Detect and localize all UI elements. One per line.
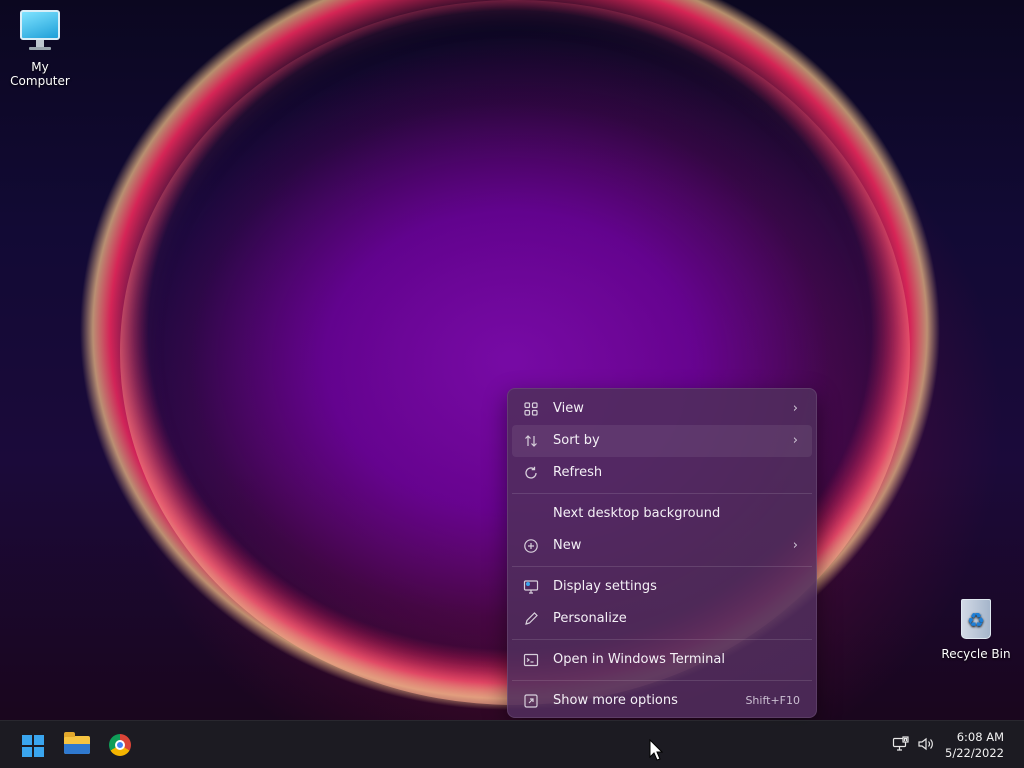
menu-item-label: Personalize [553,611,627,626]
display-settings-icon [523,579,539,595]
terminal-icon [523,652,539,668]
menu-item-label: Next desktop background [553,506,721,521]
menu-item-label: Sort by [553,433,600,448]
desktop-context-menu: View › Sort by › Refresh Next desktop ba… [507,388,817,718]
menu-item-new[interactable]: New › [512,530,812,562]
volume-icon[interactable] [917,736,935,756]
start-button[interactable] [14,727,50,763]
grid-icon [523,401,539,417]
mouse-cursor-icon [649,739,663,761]
file-explorer-icon [64,732,90,754]
plus-circle-icon [523,538,539,554]
sort-icon [523,433,539,449]
windows-start-icon [22,735,44,757]
taskbar: 6:08 AM 5/22/2022 [0,720,1024,768]
pen-icon [523,611,539,627]
chevron-right-icon: › [792,433,798,448]
network-icon[interactable] [892,736,910,756]
menu-item-label: Refresh [553,465,603,480]
menu-item-personalize[interactable]: Personalize [512,603,812,635]
desktop-icon-my-computer[interactable]: My Computer [0,10,80,88]
menu-item-display-settings[interactable]: Display settings [512,571,812,603]
menu-separator [512,566,812,567]
chrome-icon [109,734,131,756]
refresh-icon [523,465,539,481]
system-clock[interactable]: 6:08 AM 5/22/2022 [945,729,1004,761]
menu-item-view[interactable]: View › [512,393,812,425]
menu-item-sort-by[interactable]: Sort by › [512,425,812,457]
menu-separator [512,493,812,494]
menu-item-refresh[interactable]: Refresh [512,457,812,489]
menu-item-label: Open in Windows Terminal [553,652,725,667]
chrome-button[interactable] [102,727,138,763]
menu-item-show-more-options[interactable]: Show more options Shift+F10 [512,685,812,717]
clock-date: 5/22/2022 [945,746,1004,760]
menu-item-label: View [553,401,584,416]
recycle-bin-icon: ♻ [953,597,999,643]
clock-time: 6:08 AM [956,730,1004,744]
menu-item-open-in-windows-terminal[interactable]: Open in Windows Terminal [512,644,812,676]
keyboard-shortcut: Shift+F10 [745,694,800,707]
monitor-icon [17,10,63,56]
chevron-right-icon: › [792,538,798,553]
menu-item-label: Display settings [553,579,657,594]
file-explorer-button[interactable] [58,727,94,763]
desktop-icon-recycle-bin[interactable]: ♻ Recycle Bin [936,597,1016,661]
menu-separator [512,639,812,640]
desktop-icon-label: My Computer [10,60,70,88]
menu-item-label: New [553,538,582,553]
more-options-icon [523,693,539,709]
desktop-icon-label: Recycle Bin [941,647,1011,661]
menu-item-next-desktop-background[interactable]: Next desktop background [512,498,812,530]
menu-separator [512,680,812,681]
chevron-right-icon: › [792,401,798,416]
menu-item-label: Show more options [553,693,678,708]
